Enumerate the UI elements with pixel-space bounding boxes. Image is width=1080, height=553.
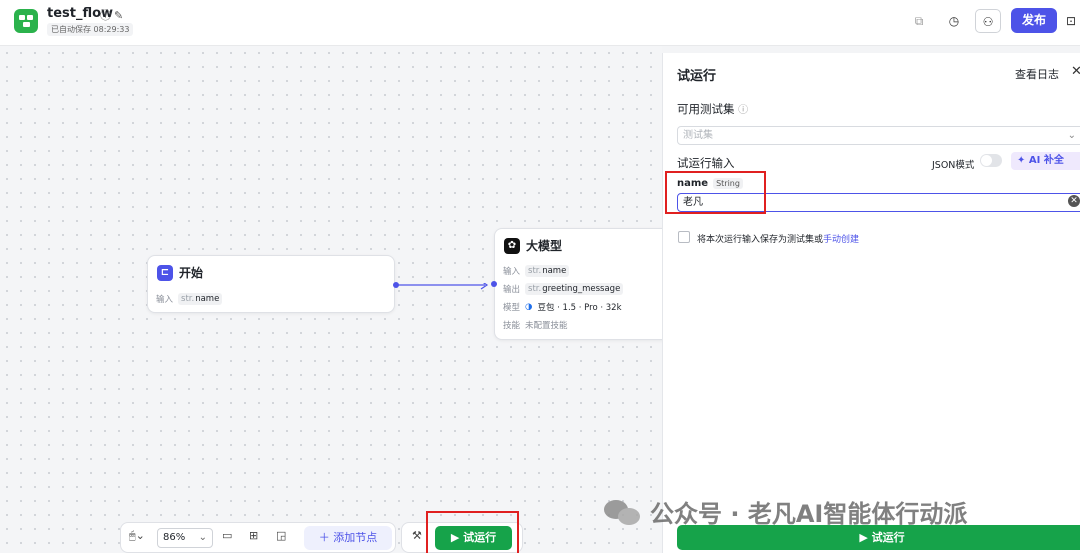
test-run-panel: 试运行 查看日志 ✕ 可用测试集 ⓘ 测试集 ⌄ 试运行输入 JSON模式 ✦ … [662,53,1080,553]
debug-tool-icon[interactable]: ⚒ [412,529,422,542]
copy-icon[interactable]: ⧉ [906,9,932,33]
close-icon[interactable]: ✕ [1071,64,1080,79]
autosave-status: 已自动保存 08:29:33 [47,23,134,36]
save-checkbox-label: 将本次运行输入保存为测试集或 [697,235,824,245]
json-mode-toggle[interactable] [980,154,1002,167]
view-log-link[interactable]: 查看日志 [1015,66,1059,82]
llm-model-label: 模型 [503,303,521,313]
plus-icon: ＋ [318,531,334,544]
play-icon: ▶ [859,531,872,544]
connection-edge[interactable] [397,283,497,295]
info-icon: ⓘ [738,105,749,116]
edit-icon[interactable]: ✎ [114,9,126,22]
ai-complete-button[interactable]: ✦ AI 补全 ⌄ [1011,152,1080,170]
highlight-box-test-run [426,511,519,553]
llm-output-tag: str.greeting_message [525,283,624,295]
start-node-icon: ⊏ [157,264,173,281]
top-header: test_flow ⓘ✎ 已自动保存 08:29:33 ⧉ ◷ ⚇ 发布 ⊡ [0,0,1080,46]
layout-icon[interactable]: ⊞ [249,529,258,542]
manual-create-link[interactable]: 手动创建 [823,235,859,245]
testset-select[interactable]: 测试集 ⌄ [677,126,1080,145]
save-as-testset-checkbox[interactable] [678,231,690,243]
canvas-toolbar: 🖱︎⌄ 86% ⌄ ▭ ⊞ ◲ ＋ 添加节点 [120,522,396,553]
minimap-icon[interactable]: ◲ [276,529,286,542]
watermark-text: 公众号 · 老凡AI智能体行动派 [650,500,968,528]
add-node-button[interactable]: ＋ 添加节点 [304,526,392,550]
llm-input-port[interactable] [491,281,497,287]
chevron-down-icon: ⌄ [1067,130,1076,141]
start-node-title: 开始 [179,266,204,280]
panel-title: 试运行 [677,69,717,84]
publish-button[interactable]: 发布 [1011,8,1057,33]
json-mode-label: JSON模式 [932,160,975,171]
info-icon[interactable]: ⓘ [100,9,114,22]
llm-skill-label: 技能 [503,321,521,331]
start-input-tag: str.name [178,293,223,305]
zoom-value: 86% [163,532,186,543]
llm-model-value: 豆包 · 1.5 · Pro · 32k [537,303,622,313]
doubao-model-icon: ◑ [525,302,533,312]
run-input-label: 试运行输入 [677,156,735,170]
start-input-label: 输入 [156,295,174,305]
llm-output-label: 输出 [503,285,521,295]
highlight-box-input [665,171,766,214]
wechat-logo-icon [602,498,642,526]
testset-label: 可用测试集 [677,102,735,116]
llm-node[interactable]: ✿ 大模型 输入 str.name 输出 str.greeting_messag… [491,228,669,340]
collaborators-icon[interactable]: ⚇ [975,9,1001,33]
sparkle-icon: ✦ [1017,155,1029,166]
workflow-app-icon [14,9,38,33]
chevron-down-icon: ⌄ [198,532,207,543]
start-node[interactable]: ⊏ 开始 输入 str.name [147,255,399,313]
watermark: 公众号 · 老凡AI智能体行动派 [602,494,967,529]
llm-node-icon: ✿ [504,237,520,254]
workflow-canvas[interactable]: ⊏ 开始 输入 str.name ✿ 大模型 输入 str.name 输出 st… [0,46,669,553]
llm-input-label: 输入 [503,267,521,277]
more-icon[interactable]: ⊡ [1062,9,1080,33]
history-icon[interactable]: ◷ [941,9,967,33]
llm-input-tag: str.name [525,265,570,277]
zoom-select[interactable]: 86% ⌄ [157,528,213,548]
llm-node-title: 大模型 [526,239,563,253]
mouse-mode-icon[interactable]: 🖱︎⌄ [129,529,145,543]
clear-input-icon[interactable]: ✕ [1068,195,1080,207]
comment-icon[interactable]: ▭ [222,529,232,542]
llm-skill-value: 未配置技能 [525,321,568,331]
